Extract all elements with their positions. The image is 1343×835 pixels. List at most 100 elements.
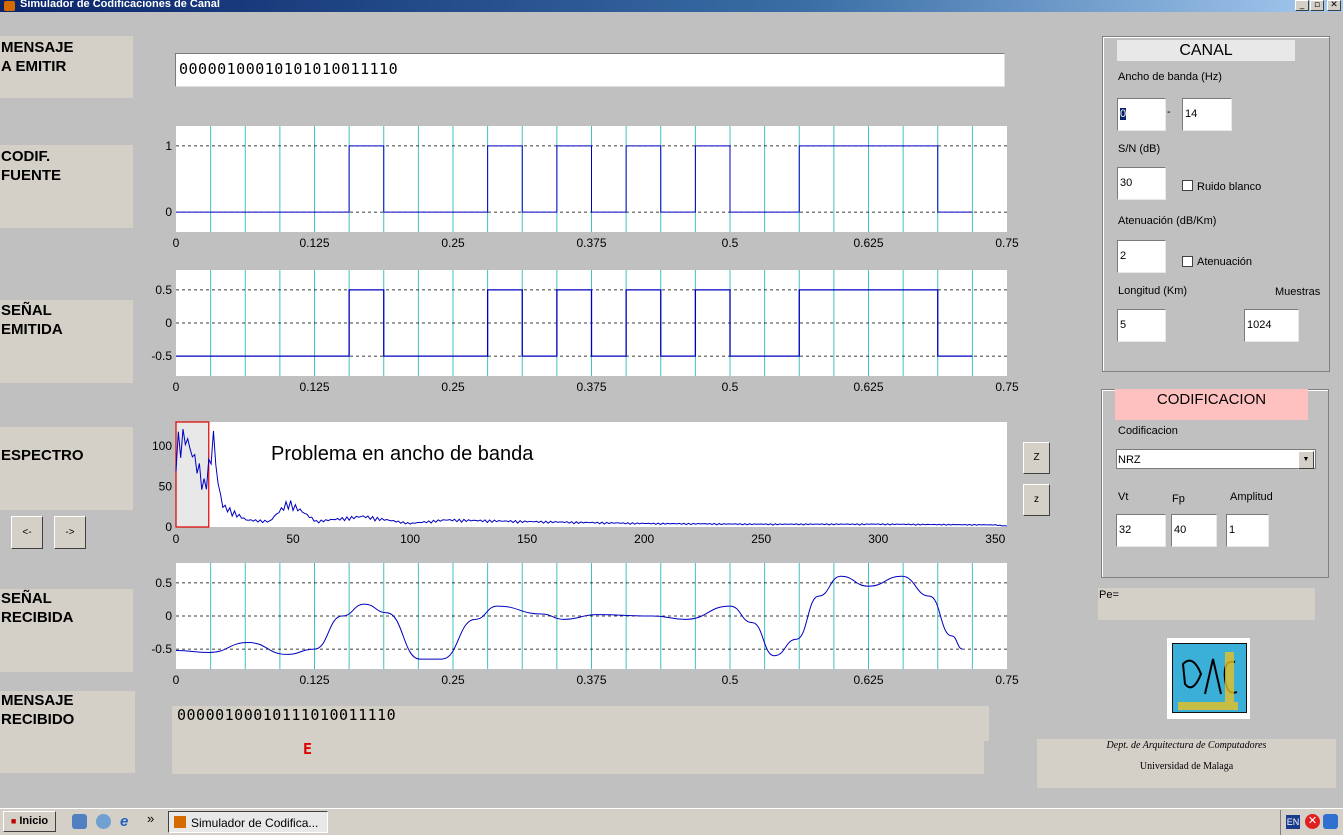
bandwidth-label: Ancho de banda (Hz) bbox=[1118, 71, 1222, 83]
spectrum-x-tick: 50 bbox=[286, 532, 300, 546]
spectrum-x-tick: 100 bbox=[400, 532, 420, 546]
internet-explorer-icon[interactable]: e bbox=[120, 814, 135, 829]
emit-plot-x-tick: 0.75 bbox=[995, 380, 1019, 394]
spectrum-area bbox=[176, 422, 1007, 527]
canal-title: CANAL bbox=[1117, 40, 1295, 61]
show-desktop-icon[interactable] bbox=[72, 814, 87, 829]
bandwidth-separator: - bbox=[1167, 106, 1171, 118]
emit-plot-x-tick: 0.25 bbox=[441, 380, 465, 394]
taskbar-task-button[interactable]: Simulador de Codifica... bbox=[168, 811, 328, 833]
emit-plot-x-tick: 0 bbox=[173, 380, 180, 394]
dept-line2: Universidad de Malaga bbox=[1139, 761, 1234, 772]
quicklaunch-chevron-icon[interactable]: » bbox=[147, 811, 154, 826]
spectrum-x-tick: 300 bbox=[868, 532, 888, 546]
windows-logo-icon: ■ bbox=[10, 816, 17, 826]
recv-plot-x-tick: 0.25 bbox=[441, 673, 465, 687]
security-alert-icon[interactable]: ✕ bbox=[1305, 814, 1320, 829]
chevron-down-icon[interactable]: ▼ bbox=[1298, 451, 1314, 469]
spectrum-annotation: Problema en ancho de banda bbox=[271, 443, 534, 465]
zoom-in-button[interactable]: Z bbox=[1023, 442, 1050, 474]
sn-input[interactable]: 30 bbox=[1117, 167, 1166, 200]
recv-plot-y-tick: 0 bbox=[165, 609, 172, 623]
amplitud-input[interactable]: 1 bbox=[1226, 514, 1269, 547]
error-mark: E bbox=[303, 740, 313, 758]
codificacion-select-value: NRZ bbox=[1118, 454, 1141, 466]
logo-drawing bbox=[1178, 652, 1238, 710]
codif-plot-y-tick: 0 bbox=[165, 205, 172, 219]
codif-plot-x-tick: 0.5 bbox=[722, 236, 739, 250]
mensaje-recibido-value: 00000100010111010011110 bbox=[177, 706, 397, 724]
logo-emblem bbox=[1172, 643, 1247, 713]
emit-plot-x-tick: 0.625 bbox=[853, 380, 883, 394]
recv-plot-x-tick: 0.375 bbox=[576, 673, 606, 687]
system-tray: EN ✕ bbox=[1280, 810, 1343, 835]
muestras-input[interactable]: 1024 bbox=[1244, 309, 1299, 342]
emit-plot-x-tick: 0.5 bbox=[722, 380, 739, 394]
sn-label: S/N (dB) bbox=[1118, 143, 1161, 155]
task-app-icon bbox=[174, 816, 186, 828]
atenuacion-checkbox[interactable] bbox=[1182, 256, 1193, 267]
recv-plot-x-tick: 0.75 bbox=[995, 673, 1019, 687]
spectrum-x-tick: 0 bbox=[173, 532, 180, 546]
spectrum-y-tick: 0 bbox=[165, 520, 172, 534]
task-label: Simulador de Codifica... bbox=[191, 816, 319, 830]
codificacion-select[interactable]: NRZ ▼ bbox=[1116, 449, 1316, 469]
codificacion-label: Codificacion bbox=[1118, 425, 1178, 437]
emit-plot-y-tick: -0.5 bbox=[151, 349, 172, 363]
spectrum-y-tick: 100 bbox=[152, 439, 172, 453]
start-label: Inicio bbox=[19, 815, 49, 827]
emit-plot-x-tick: 0.125 bbox=[299, 380, 329, 394]
atenuacion-label: Atenuación (dB/Km) bbox=[1118, 215, 1217, 227]
longitud-label: Longitud (Km) bbox=[1118, 285, 1188, 297]
codif-plot-x-tick: 0.125 bbox=[299, 236, 329, 250]
vt-label: Vt bbox=[1118, 491, 1129, 503]
codif-plot-x-tick: 0.75 bbox=[995, 236, 1019, 250]
codif-plot-x-tick: 0.25 bbox=[441, 236, 465, 250]
spectrum-x-tick: 250 bbox=[751, 532, 771, 546]
dac-logo bbox=[1167, 638, 1250, 719]
bandwidth-max-input[interactable]: 14 bbox=[1182, 98, 1232, 131]
ruido-blanco-checkbox[interactable] bbox=[1182, 180, 1193, 191]
amplitud-label: Amplitud bbox=[1230, 491, 1273, 503]
error-box: E bbox=[172, 740, 984, 774]
codif-plot-x-tick: 0.375 bbox=[576, 236, 606, 250]
spectrum-x-tick: 200 bbox=[634, 532, 654, 546]
recv-plot-y-tick: 0.5 bbox=[155, 576, 172, 590]
dept-line1: Dept. de Arquitectura de Computadores bbox=[1106, 740, 1267, 751]
bandwidth-min-value: 0 bbox=[1120, 108, 1127, 120]
recv-plot-x-tick: 0.625 bbox=[853, 673, 883, 687]
codif-plot-y-tick: 1 bbox=[165, 139, 172, 153]
media-player-icon[interactable] bbox=[96, 814, 111, 829]
language-indicator[interactable]: EN bbox=[1286, 815, 1300, 829]
shield-icon[interactable] bbox=[1323, 814, 1338, 829]
fp-label: Fp bbox=[1172, 493, 1185, 505]
spectrum-y-tick: 50 bbox=[159, 480, 173, 494]
start-button[interactable]: ■ Inicio bbox=[3, 811, 56, 832]
recv-plot-x-tick: 0.125 bbox=[299, 673, 329, 687]
vt-input[interactable]: 32 bbox=[1116, 514, 1166, 547]
bandwidth-min-input[interactable]: 0 bbox=[1117, 98, 1166, 131]
codif-plot-x-tick: 0 bbox=[173, 236, 180, 250]
bandwidth-highlight bbox=[175, 421, 210, 528]
ruido-blanco-label: Ruido blanco bbox=[1197, 181, 1262, 193]
fp-input[interactable]: 40 bbox=[1171, 514, 1217, 547]
longitud-input[interactable]: 5 bbox=[1117, 309, 1166, 342]
zoom-out-button[interactable]: z bbox=[1023, 484, 1050, 516]
mensaje-recibido-box: 00000100010111010011110 bbox=[172, 706, 989, 741]
pe-box: Pe= bbox=[1098, 588, 1315, 620]
emit-plot-y-tick: 0 bbox=[165, 316, 172, 330]
codif-plot-x-tick: 0.625 bbox=[853, 236, 883, 250]
recv-plot-x-tick: 0.5 bbox=[722, 673, 739, 687]
codificacion-title: CODIFICACION bbox=[1115, 389, 1308, 420]
emit-plot-x-tick: 0.375 bbox=[576, 380, 606, 394]
atenuacion-check-label: Atenuación bbox=[1197, 256, 1253, 268]
spectrum-x-tick: 150 bbox=[517, 532, 537, 546]
dept-box: Dept. de Arquitectura de Computadores Un… bbox=[1037, 739, 1336, 788]
recv-plot-y-tick: -0.5 bbox=[151, 642, 172, 656]
atenuacion-input[interactable]: 2 bbox=[1117, 240, 1166, 273]
muestras-label: Muestras bbox=[1275, 286, 1321, 298]
spectrum-x-tick: 350 bbox=[985, 532, 1005, 546]
pe-label: Pe= bbox=[1099, 589, 1119, 601]
recv-plot-x-tick: 0 bbox=[173, 673, 180, 687]
emit-plot-y-tick: 0.5 bbox=[155, 283, 172, 297]
